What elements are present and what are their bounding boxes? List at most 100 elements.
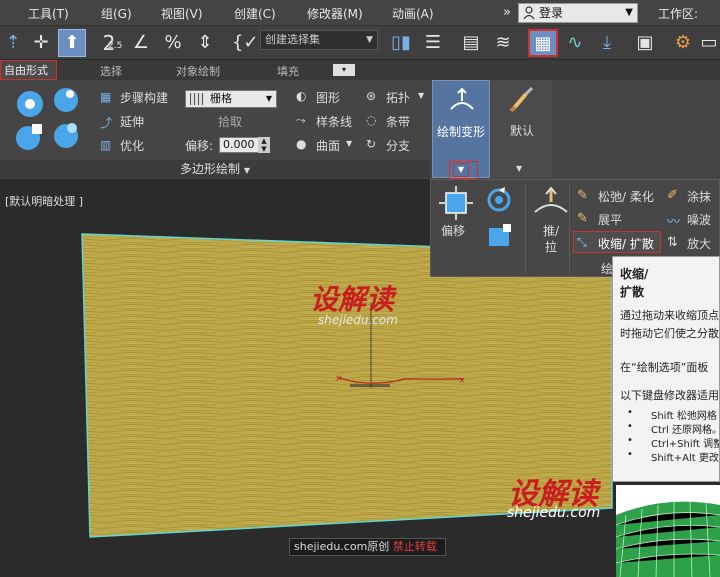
shrink-expand-tooltip: 收缩/ 扩散 通过拖动来收缩顶点 时拖动它们使之分散 在“绘制选项”面板 以下键…: [612, 256, 720, 482]
push-pull-label-line2: 拉: [545, 240, 558, 254]
push-pull-icon: [534, 186, 568, 213]
material-editor-icon[interactable]: ▣: [632, 30, 658, 56]
select-object-icon[interactable]: ⬆: [58, 29, 86, 57]
tooltip-desc-2: 时拖动它们使之分散: [620, 327, 719, 340]
step-build-icon: ▦: [100, 90, 112, 104]
render-setup-icon[interactable]: ⚙: [670, 30, 696, 56]
paint-deform-button[interactable]: 绘制变形 ▼: [432, 80, 490, 178]
smudge-button[interactable]: 涂抹: [687, 188, 711, 205]
extend-button[interactable]: 延伸: [120, 113, 144, 130]
tooltip-title-line2: 扩散: [620, 285, 645, 299]
tooltip-desc-4: 以下键盘修改器适用: [620, 389, 719, 402]
menu-tools[interactable]: 工具(T): [28, 5, 69, 22]
chevron-down-icon: ▼: [418, 91, 425, 100]
tab-freeform[interactable]: 自由形式: [0, 60, 57, 80]
curve-editor-icon[interactable]: ∿: [562, 30, 588, 56]
angle-snap-icon[interactable]: ∠: [128, 30, 154, 56]
grid-object[interactable]: [616, 485, 720, 577]
amplify-icon: ⇅: [667, 235, 678, 250]
tooltip-bullet: •: [627, 449, 633, 460]
app-window: 工具(T) 组(G) 视图(V) 创建(C) 修改器(M) 动画(A) » 登录…: [0, 0, 720, 577]
chevron-down-icon[interactable]: ▼: [516, 164, 522, 173]
flatten-brush-icon: ✎: [577, 211, 588, 226]
scale-icon[interactable]: [485, 222, 513, 250]
chevron-down-icon: ▼: [243, 166, 250, 175]
menu-modifiers[interactable]: 修改器(M): [307, 5, 363, 22]
selection-set-dropdown[interactable]: 创建选择集 ▼: [260, 30, 378, 50]
grid-icon: [190, 93, 204, 105]
login-dropdown[interactable]: 登录 ▼: [518, 3, 638, 23]
grid-dropdown[interactable]: 栅格 ▼: [185, 90, 277, 108]
tooltip-bullet: •: [627, 407, 633, 418]
watermark-logo: 设解读: [310, 283, 395, 316]
tooltip-bullet-1: Shift 松弛网格: [651, 411, 717, 422]
workspace-label: 工作区:: [658, 7, 699, 21]
surface-icon: ●: [296, 137, 307, 151]
tab-selection[interactable]: 选择: [100, 63, 122, 79]
tooltip-title: 收缩/: [620, 267, 649, 281]
chevron-down-icon: ▼: [625, 7, 633, 18]
watermark-bar-warning: 禁止转载: [392, 540, 437, 553]
push-pull-button[interactable]: 推/: [543, 222, 559, 239]
relax-brush-icon: ✎: [577, 188, 588, 203]
shapes-button[interactable]: 图形: [316, 89, 340, 106]
default-button[interactable]: 默认 ▼: [492, 80, 552, 178]
surface-button[interactable]: 曲面: [316, 137, 340, 154]
conform-tools-icons[interactable]: [8, 86, 84, 156]
rendered-frame-icon[interactable]: ▭: [696, 30, 720, 56]
offset-spinner[interactable]: ▲ ▼: [258, 137, 270, 153]
move-icon[interactable]: ✛: [28, 30, 54, 56]
branches-button[interactable]: 分支: [386, 137, 410, 154]
schematic-view-icon[interactable]: ⤓: [594, 30, 620, 56]
relax-soften-button[interactable]: 松弛/ 柔化: [598, 188, 654, 205]
align-icon[interactable]: ☰: [420, 30, 446, 56]
shapes-icon: ◐: [296, 89, 307, 103]
shrink-expand-button[interactable]: ⤡ 收缩/ 扩散: [573, 231, 661, 253]
link-icon[interactable]: ⇡: [0, 30, 26, 56]
splines-icon: ⤳: [296, 113, 306, 127]
mirror-icon[interactable]: ▯▮: [388, 30, 414, 56]
selection-set-label: 创建选择集: [265, 33, 320, 46]
flatten-button[interactable]: 展平: [598, 211, 622, 228]
step-build-button[interactable]: 步骤构建: [120, 89, 168, 106]
strips-button[interactable]: 条带: [386, 113, 410, 130]
tab-populate[interactable]: 填充: [277, 63, 299, 79]
poly-draw-panel-label[interactable]: 多边形绘制 ▼: [0, 160, 430, 178]
chevron-down-icon: ▼: [366, 35, 373, 45]
offset-label: 偏移:: [185, 139, 214, 153]
watermark-bar: shejiedu.com原创 禁止转载: [289, 538, 446, 556]
pick-button[interactable]: 拾取: [218, 113, 242, 130]
tooltip-desc-1: 通过拖动来收缩顶点: [620, 309, 719, 322]
chevron-down-icon[interactable]: ▼: [453, 163, 469, 177]
topology-icon: ⊛: [366, 89, 377, 103]
amplify-button[interactable]: 放大: [687, 235, 711, 252]
percent-snap-icon[interactable]: %: [160, 30, 186, 56]
ribbon-tab-bar: 选择 对象绘制 填充 ▾: [0, 60, 720, 80]
menu-animation[interactable]: 动画(A): [392, 5, 434, 22]
layer-explorer-icon[interactable]: ≋: [490, 30, 516, 56]
optimize-button[interactable]: 优化: [120, 137, 144, 154]
tooltip-bullet-3: Ctrl+Shift 调整: [651, 439, 720, 450]
chevron-down-icon: ▼: [346, 139, 353, 148]
strips-icon: ◌: [366, 113, 377, 127]
grid-label: 栅格: [210, 92, 232, 105]
menu-overflow[interactable]: »: [503, 5, 511, 20]
menu-create[interactable]: 创建(C): [234, 5, 276, 22]
extend-icon: ⤴: [100, 116, 113, 130]
tooltip-bullet-2: Ctrl 还原网格。: [651, 425, 720, 436]
topology-button[interactable]: 拓扑: [386, 89, 410, 106]
watermark-url: shejiedu.com: [318, 313, 398, 327]
ribbon-options-icon[interactable]: ▾: [333, 64, 355, 76]
ribbon-toggle-icon[interactable]: ▦: [528, 29, 558, 57]
snap-value-label: 2.5: [108, 41, 123, 51]
menu-group[interactable]: 组(G): [101, 5, 132, 22]
splines-button[interactable]: 样条线: [316, 113, 352, 130]
spinner-snap-icon[interactable]: ⇕: [192, 30, 218, 56]
rotate-icon[interactable]: [485, 186, 513, 214]
scene-explorer-icon[interactable]: ▤: [458, 30, 484, 56]
noise-button[interactable]: 噪波: [687, 211, 711, 228]
menu-views[interactable]: 视图(V): [161, 5, 203, 22]
tab-object-paint[interactable]: 对象绘制: [176, 63, 220, 79]
edit-named-selection-icon[interactable]: {✓: [232, 30, 259, 56]
offset-button[interactable]: 偏移: [441, 222, 465, 239]
